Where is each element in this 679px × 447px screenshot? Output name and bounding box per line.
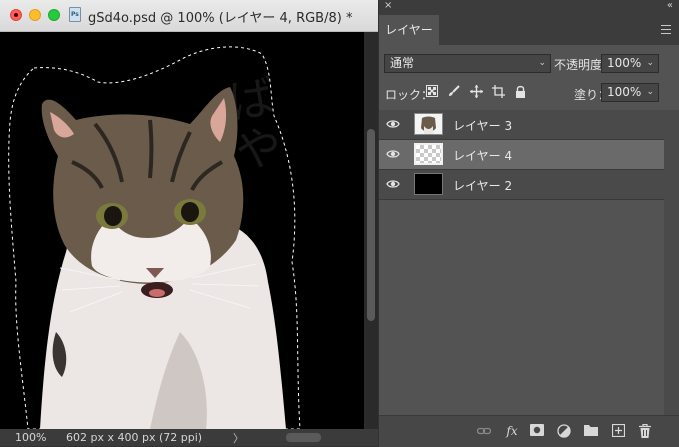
- layer-thumbnail-black: [414, 173, 443, 195]
- opacity-field[interactable]: 100% ⌄: [601, 54, 659, 73]
- layer-name: レイヤー 4: [453, 149, 513, 163]
- layer-name: レイヤー 3: [453, 119, 513, 133]
- opacity-value: 100%: [607, 56, 642, 70]
- artboard-nesting-icon[interactable]: [491, 85, 505, 101]
- fill-field[interactable]: 100% ⌄: [601, 83, 659, 102]
- visibility-eye-icon[interactable]: [386, 178, 400, 190]
- blend-mode-value: 通常: [390, 56, 415, 70]
- layer-thumbnail-transparent: [414, 143, 443, 165]
- canvas-vertical-scroll-thumb[interactable]: [367, 129, 375, 321]
- visibility-eye-icon[interactable]: [386, 148, 400, 160]
- link-layers-icon[interactable]: [476, 424, 492, 438]
- close-window-button[interactable]: [10, 9, 22, 21]
- tab-layers[interactable]: レイヤー: [379, 15, 439, 45]
- document-window: gSd4o.psd @ 100% (レイヤー 4, RGB/8) * ばや: [0, 0, 378, 446]
- document-title: gSd4o.psd @ 100% (レイヤー 4, RGB/8) *: [88, 11, 353, 26]
- document-canvas[interactable]: ばや: [0, 32, 364, 429]
- layer-name: レイヤー 2: [453, 179, 513, 193]
- panel-tab-row: レイヤー: [379, 15, 679, 45]
- fx-icon[interactable]: fx: [505, 424, 519, 438]
- panel-top-bar: × «: [379, 0, 679, 15]
- layers-scrollbar[interactable]: [664, 110, 679, 415]
- canvas-horizontal-scroll-thumb[interactable]: [286, 433, 321, 442]
- layer-thumbnail-cat-photo: [414, 113, 443, 135]
- lock-transparent-pixels-icon[interactable]: [425, 85, 439, 100]
- cat-pupil-left: [104, 206, 122, 226]
- document-status-bar: 100% 602 px x 400 px (72 ppi) 〉: [0, 429, 378, 446]
- lock-position-icon[interactable]: [469, 85, 483, 101]
- cat-tongue: [149, 289, 165, 297]
- panel-close-icon[interactable]: ×: [384, 0, 392, 11]
- chevron-down-icon: ⌄: [538, 58, 546, 68]
- status-menu-arrow-icon[interactable]: 〉: [233, 430, 244, 446]
- document-title-bar[interactable]: gSd4o.psd @ 100% (レイヤー 4, RGB/8) *: [0, 0, 378, 32]
- layer-row-selected[interactable]: レイヤー 4: [379, 140, 664, 170]
- add-mask-icon[interactable]: [530, 424, 544, 438]
- lock-image-pixels-icon[interactable]: [447, 85, 461, 100]
- panel-collapse-icon[interactable]: «: [667, 0, 673, 11]
- chevron-down-icon: ⌄: [646, 87, 654, 97]
- adjustment-layer-icon[interactable]: [557, 424, 571, 438]
- blend-mode-select[interactable]: 通常 ⌄: [384, 54, 551, 73]
- layer-row[interactable]: レイヤー 3: [379, 110, 664, 140]
- chevron-down-icon: ⌄: [646, 58, 654, 68]
- new-group-icon[interactable]: [584, 424, 598, 438]
- cat-pupil-right: [181, 202, 199, 222]
- new-layer-icon[interactable]: [611, 423, 625, 438]
- layer-row[interactable]: レイヤー 2: [379, 170, 664, 200]
- delete-layer-icon[interactable]: [638, 423, 652, 438]
- layers-bottom-toolbar: fx: [379, 415, 679, 447]
- panel-menu-icon[interactable]: [661, 25, 671, 34]
- canvas-vertical-scrollbar[interactable]: [364, 32, 378, 429]
- minimize-window-button[interactable]: [29, 9, 41, 21]
- psd-file-icon: [69, 7, 81, 22]
- zoom-level[interactable]: 100%: [15, 431, 46, 444]
- visibility-eye-icon[interactable]: [386, 118, 400, 130]
- layers-panel: × « レイヤー 通常 ⌄ 不透明度： 100% ⌄ ロック： 塗り： 100%…: [379, 0, 679, 447]
- zoom-window-button[interactable]: [48, 9, 60, 21]
- fill-value: 100%: [607, 85, 642, 99]
- lock-all-icon[interactable]: [513, 85, 527, 101]
- document-info: 602 px x 400 px (72 ppi): [66, 431, 203, 444]
